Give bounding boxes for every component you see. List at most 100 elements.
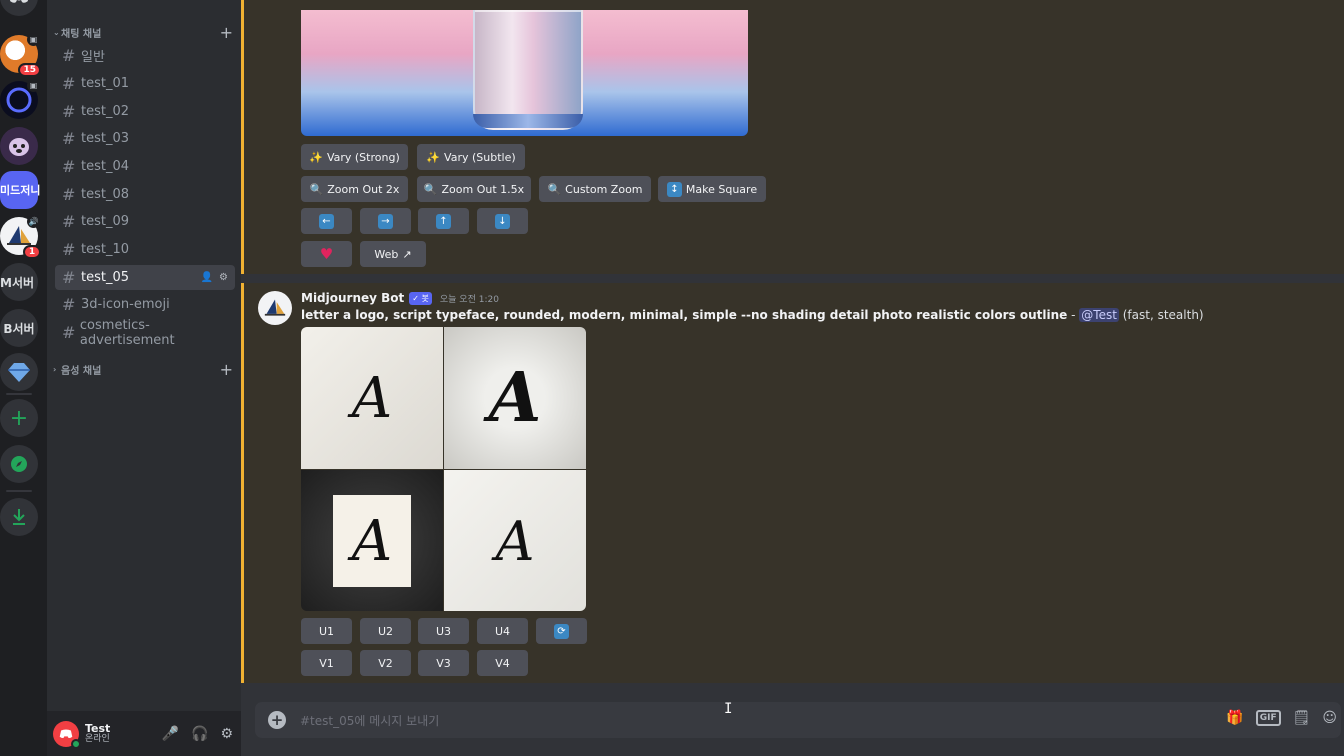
zoom-out-2x-button[interactable]: 🔍 Zoom Out 2x [301,176,408,202]
hash-icon: # [62,74,76,93]
server-corgi[interactable]: ▣ 15 [0,33,41,77]
channel-item[interactable]: # cosmetics-advertisement [55,318,235,348]
mention-badge: 15 [18,63,41,77]
arrow-right-icon: → [378,213,393,229]
pan-down-button[interactable]: ↓ [477,208,528,234]
stage-icon: ▣ [27,79,40,92]
magnifier-icon: 🔍 [423,182,438,196]
hash-icon: # [62,46,76,65]
grid-image-1: A [301,327,443,469]
arrow-up-icon: ↑ [436,213,451,229]
hash-icon: # [62,212,76,231]
arrow-left-icon: ← [319,213,334,229]
user-status: 온라인 [85,733,110,744]
make-square-button[interactable]: ↕ Make Square [658,176,766,202]
channel-item[interactable]: # test_09 [55,209,235,234]
reroll-button[interactable]: ⟳ [536,618,587,644]
vary-subtle-button[interactable]: ✨ Vary (Subtle) [417,144,525,170]
pan-up-button[interactable]: ↑ [418,208,469,234]
user-mention[interactable]: @Test [1079,308,1119,322]
hash-icon: # [62,268,76,287]
headphones-icon[interactable]: 🎧 [191,726,208,742]
pan-left-button[interactable]: ← [301,208,352,234]
grid-image-3: A [301,470,443,611]
gif-icon[interactable]: GIF [1255,710,1281,726]
magnifier-icon: 🔍 [309,182,324,196]
create-channel-icon[interactable]: + [220,360,233,379]
channel-item[interactable]: # 일반 [55,43,235,68]
discord-home-icon[interactable] [0,0,38,16]
hash-icon: # [62,323,76,342]
gift-icon[interactable]: 🎁 [1226,710,1243,726]
speaker-icon: 🔊 [27,215,40,228]
server-ring[interactable]: ▣ [0,79,40,119]
grid-image-2: A [444,327,586,469]
favorite-button[interactable]: ♥ [301,241,352,267]
pan-right-button[interactable]: → [360,208,411,234]
channel-item[interactable]: # test_08 [55,182,235,207]
avatar[interactable] [258,291,292,325]
gear-icon[interactable]: ⚙ [220,726,233,742]
channel-item-active[interactable]: # test_05 👤 ⚙ [55,265,235,290]
vertical-arrows-icon: ↕ [666,181,682,197]
download-apps-button[interactable] [0,498,38,536]
gear-icon[interactable]: ⚙ [219,272,228,283]
channel-item[interactable]: # test_01 [55,71,235,96]
channel-item[interactable]: #3d-icon-emoji [55,292,235,317]
sparkle-icon: ✨ [309,150,323,164]
hash-icon: # [62,129,76,148]
text-channel-category[interactable]: ⌄ 채팅 채널 + [53,23,235,42]
user-info[interactable]: Test 온라인 [85,722,110,745]
hash-icon: # [62,102,76,121]
variation-4-button[interactable]: V4 [477,650,528,676]
arrow-down-icon: ↓ [495,213,510,229]
variation-3-button[interactable]: V3 [418,650,469,676]
channel-item[interactable]: # test_03 [55,126,235,151]
add-attachment-icon[interactable]: + [268,711,286,729]
server-m[interactable]: M서버 [0,263,38,301]
server-rail: ▣ 15 ▣ 미드저니 🔊 1 M서버 B서버 + [0,0,47,756]
online-status-icon [71,738,81,749]
author-name[interactable]: Midjourney Bot [301,291,404,305]
mute-microphone-icon[interactable]: 🎤 [162,726,179,742]
server-b[interactable]: B서버 [0,309,38,347]
grid-image-4: A [444,470,586,611]
server-midjourney[interactable]: 미드저니 [0,171,40,209]
avatar[interactable] [53,720,81,749]
image-grid[interactable]: A A A A [301,327,586,611]
bottle-shape [473,10,583,130]
variation-1-button[interactable]: V1 [301,650,352,676]
invite-member-icon[interactable]: 👤 [201,272,213,283]
voice-channel-category[interactable]: › 음성 채널 + [53,360,235,379]
channel-item[interactable]: # test_02 [55,99,235,124]
server-diamond[interactable] [0,353,38,391]
create-channel-icon[interactable]: + [220,23,233,42]
channel-item[interactable]: # test_04 [55,154,235,179]
vary-strong-button[interactable]: ✨ Vary (Strong) [301,144,408,170]
upscale-3-button[interactable]: U3 [418,618,469,644]
rail-divider [6,490,32,492]
server-dog[interactable] [0,127,38,165]
web-link-button[interactable]: Web ↗ [360,241,426,267]
previous-message: ✨ Vary (Strong) ✨ Vary (Subtle) 🔍 Zoom Out … [241,0,1344,274]
heart-icon: ♥ [319,245,334,263]
add-server-button[interactable]: + [0,399,38,437]
generated-image-preview[interactable] [301,10,748,136]
mention-badge: 1 [23,245,41,259]
message-composer[interactable]: + #test_05에 메시지 보내기 🎁 GIF 🗒 ☺ [255,702,1341,738]
zoom-out-1-5x-button[interactable]: 🔍 Zoom Out 1.5x [417,176,531,202]
sticker-icon[interactable]: 🗒 [1293,710,1311,726]
upscale-4-button[interactable]: U4 [477,618,528,644]
emoji-icon[interactable]: ☺ [1322,710,1337,726]
message-input[interactable]: #test_05에 메시지 보내기 [300,712,439,729]
channel-item[interactable]: # test_10 [55,237,235,262]
upscale-1-button[interactable]: U1 [301,618,352,644]
chat-area: ✨ Vary (Strong) ✨ Vary (Subtle) 🔍 Zoom Out … [241,0,1344,756]
server-sailboat[interactable]: 🔊 1 [0,215,41,259]
variation-2-button[interactable]: V2 [360,650,411,676]
custom-zoom-button[interactable]: 🔍 Custom Zoom [539,176,651,202]
user-panel: Test 온라인 🎤 🎧 ⚙ [47,711,241,756]
explore-servers-button[interactable] [0,445,38,483]
sparkle-icon: ✨ [426,150,441,164]
upscale-2-button[interactable]: U2 [360,618,411,644]
